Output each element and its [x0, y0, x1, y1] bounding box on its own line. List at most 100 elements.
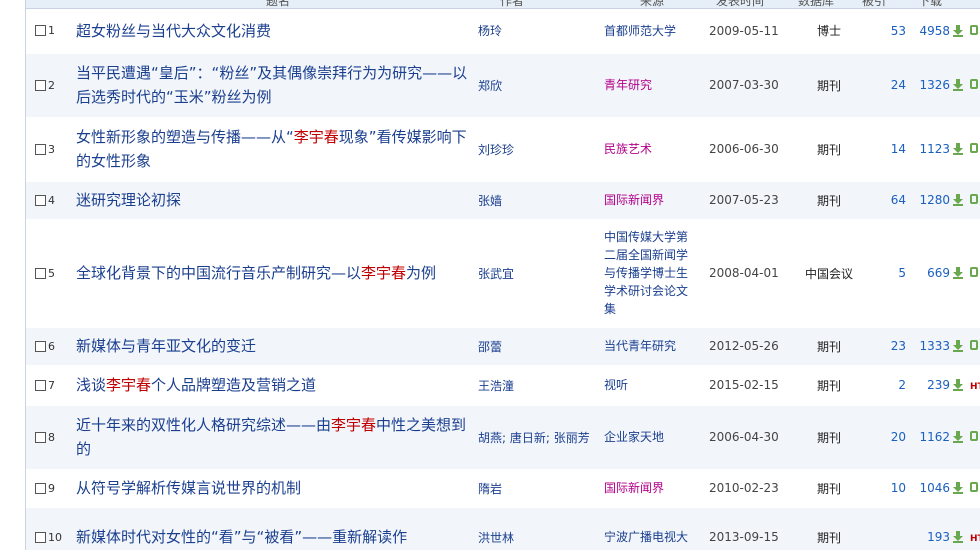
row-checkbox[interactable] [35, 531, 46, 543]
article-title-link[interactable]: 迷研究理论初探 [76, 191, 181, 209]
header-cite[interactable]: 被引 [862, 0, 886, 8]
download-icon[interactable] [952, 267, 964, 279]
citation-count[interactable]: 53 [891, 24, 906, 38]
header-source[interactable]: 来源 [640, 0, 664, 8]
database-type: 中国会议 [804, 266, 853, 281]
citation-count[interactable]: 2 [898, 378, 906, 392]
read-icon[interactable] [970, 143, 978, 153]
read-icon[interactable] [970, 267, 978, 277]
read-icon[interactable] [970, 482, 978, 492]
source-link[interactable]: 国际新闻界 [604, 191, 709, 209]
source-link[interactable]: 当代青年研究 [604, 337, 709, 355]
download-link[interactable]: 193 [927, 530, 964, 544]
article-title-link[interactable]: 近十年来的双性化人格研究综述——由李宇春中性之美想到的 [76, 416, 466, 458]
article-title-link[interactable]: 新媒体时代对女性的“看”与“被看”——重新解读作 [76, 528, 407, 546]
results-table: 1 超女粉丝与当代大众文化消费 杨玲 首都师范大学 2009-05-11 博士 53 4958… [26, 9, 980, 550]
source-line: 青年研究 [604, 78, 653, 92]
source-link[interactable]: 首都师范大学 [604, 22, 709, 40]
row-checkbox[interactable] [35, 79, 46, 91]
row-checkbox[interactable] [35, 25, 46, 37]
html-icon[interactable]: HT [970, 534, 980, 544]
source-link[interactable]: 视听 [604, 376, 709, 394]
download-count: 669 [927, 266, 950, 280]
source-link[interactable]: 民族艺术 [604, 140, 709, 158]
source-line: 集 [604, 302, 617, 316]
article-title-link[interactable]: 浅谈李宇春个人品牌塑造及营销之道 [76, 376, 316, 394]
download-link[interactable]: 4958 [919, 24, 964, 38]
article-title-link[interactable]: 全球化背景下的中国流行音乐产制研究—以李宇春为例 [76, 264, 436, 282]
download-icon[interactable] [952, 431, 964, 443]
download-icon[interactable] [952, 379, 964, 391]
download-link[interactable]: 1280 [919, 193, 964, 207]
download-icon[interactable] [952, 143, 964, 155]
download-link[interactable]: 1326 [919, 78, 964, 92]
author-link[interactable]: 郑欣 [478, 79, 502, 93]
author-link[interactable]: 隋岩 [478, 482, 502, 496]
header-author[interactable]: 作者 [500, 0, 524, 8]
source-link[interactable]: 中国传媒大学第 二届全国新闻学 与传播学博士生 学术研讨会论文集 [604, 228, 709, 318]
source-line: 当代青年研究 [604, 339, 677, 353]
author-link[interactable]: 张嫱 [478, 194, 502, 208]
source-line: 民族艺术 [604, 142, 653, 156]
author-link[interactable]: 胡燕; 唐日新; 张丽芳 [478, 431, 590, 445]
source-link[interactable]: 国际新闻界 [604, 479, 709, 497]
author-link[interactable]: 王浩潼 [478, 379, 514, 393]
source-line: 企业家天地 [604, 430, 665, 444]
download-link[interactable]: 239 [927, 378, 964, 392]
download-icon[interactable] [952, 24, 964, 37]
download-icon[interactable] [952, 79, 964, 91]
html-icon[interactable]: HT [970, 382, 980, 392]
author-link[interactable]: 邵蕾 [478, 340, 502, 354]
download-link[interactable]: 1162 [919, 430, 964, 444]
table-row: 8 近十年来的双性化人格研究综述——由李宇春中性之美想到的 胡燕; 唐日新; 张丽芳… [26, 405, 980, 470]
read-icon[interactable] [970, 194, 978, 204]
author-link[interactable]: 刘珍珍 [478, 143, 514, 157]
read-icon[interactable] [970, 340, 978, 350]
download-icon[interactable] [952, 340, 964, 352]
row-checkbox[interactable] [35, 194, 46, 206]
header-download[interactable]: 下载 [918, 0, 942, 8]
download-link[interactable]: 669 [927, 266, 964, 280]
source-link[interactable]: 企业家天地 [604, 428, 709, 446]
row-checkbox[interactable] [35, 267, 46, 279]
citation-count[interactable]: 10 [891, 481, 906, 495]
author-link[interactable]: 张武宜 [478, 267, 514, 281]
row-checkbox[interactable] [35, 482, 46, 494]
citation-count[interactable]: 23 [891, 339, 906, 353]
citation-count[interactable]: 20 [891, 430, 906, 444]
header-db[interactable]: 数据库 [798, 0, 834, 8]
article-title-link[interactable]: 女性新形象的塑造与传播——从“李宇春现象”看传媒影响下的女性形象 [76, 128, 467, 170]
row-checkbox[interactable] [35, 431, 46, 443]
source-link[interactable]: 宁波广播电视大 [604, 528, 709, 546]
read-icon[interactable] [970, 24, 978, 35]
download-link[interactable]: 1333 [919, 339, 964, 353]
title-text-segment: 当平民遭遇“皇后”：“粉丝”及其偶像崇拜行为为研究——以后选秀时代的“玉米”粉丝… [76, 64, 468, 106]
read-icon[interactable] [970, 79, 978, 89]
header-title[interactable]: 题名 [266, 0, 290, 8]
row-checkbox[interactable] [35, 143, 46, 155]
author-link[interactable]: 杨玲 [478, 24, 502, 38]
title-keyword-highlight: 李宇春 [361, 264, 407, 282]
row-checkbox[interactable] [35, 379, 46, 391]
download-icon[interactable] [952, 482, 964, 494]
author-link[interactable]: 洪世林 [478, 531, 514, 545]
download-icon[interactable] [952, 531, 964, 543]
article-title-link[interactable]: 超女粉丝与当代大众文化消费 [76, 22, 271, 40]
source-link[interactable]: 青年研究 [604, 76, 709, 94]
citation-count[interactable]: 14 [891, 142, 906, 156]
article-title-link[interactable]: 新媒体与青年亚文化的变迁 [76, 337, 256, 355]
header-date[interactable]: 发表时间 [716, 0, 764, 8]
download-icon[interactable] [952, 194, 964, 206]
article-title-link[interactable]: 从符号学解析传媒言说世界的机制 [76, 479, 301, 497]
row-number: 1 [48, 24, 55, 38]
citation-count[interactable]: 64 [891, 193, 906, 207]
citation-count[interactable]: 5 [898, 266, 906, 280]
row-checkbox[interactable] [35, 340, 46, 352]
download-link[interactable]: 1123 [919, 142, 964, 156]
download-link[interactable]: 1046 [919, 481, 964, 495]
read-icon[interactable] [970, 431, 978, 441]
article-title-link[interactable]: 当平民遭遇“皇后”：“粉丝”及其偶像崇拜行为为研究——以后选秀时代的“玉米”粉丝… [76, 64, 467, 106]
publish-date: 2008-04-01 [709, 266, 779, 280]
title-text-segment: 全球化背景下的中国流行音乐产制研究—以 [76, 264, 362, 282]
citation-count[interactable]: 24 [891, 78, 906, 92]
